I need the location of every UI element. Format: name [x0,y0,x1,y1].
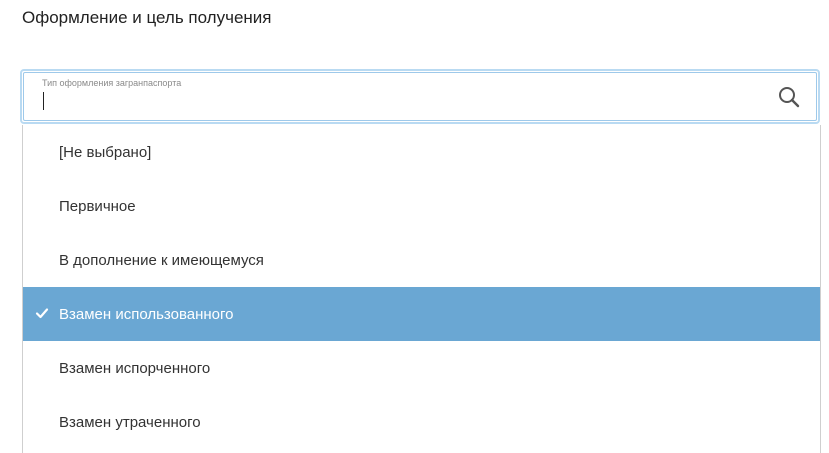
section-title: Оформление и цель получения [22,8,272,27]
passport-type-combobox[interactable]: Тип оформления загранпаспорта [20,69,820,124]
passport-type-dropdown-list: [Не выбрано] Первичное В дополнение к им… [22,125,821,453]
option-label: Первичное [59,197,136,215]
dropdown-option-replace-damaged[interactable]: Взамен испорченного [23,341,820,395]
option-label: [Не выбрано] [59,143,152,161]
option-label: Взамен утраченного [59,413,201,431]
dropdown-option-additional[interactable]: В дополнение к имеющемуся [23,233,820,287]
check-icon [35,308,49,319]
dropdown-option-replace-used[interactable]: Взамен использованного [23,287,820,341]
combobox-label: Тип оформления загранпаспорта [42,78,182,88]
text-caret [43,92,44,110]
passport-type-search-input[interactable] [41,89,761,113]
dropdown-option-not-selected[interactable]: [Не выбрано] [23,125,820,179]
option-label: В дополнение к имеющемуся [59,251,264,269]
dropdown-option-replace-lost[interactable]: Взамен утраченного [23,395,820,449]
option-label: Взамен использованного [59,305,234,323]
search-icon[interactable] [778,86,800,108]
option-label: Взамен испорченного [59,359,211,377]
dropdown-option-primary[interactable]: Первичное [23,179,820,233]
